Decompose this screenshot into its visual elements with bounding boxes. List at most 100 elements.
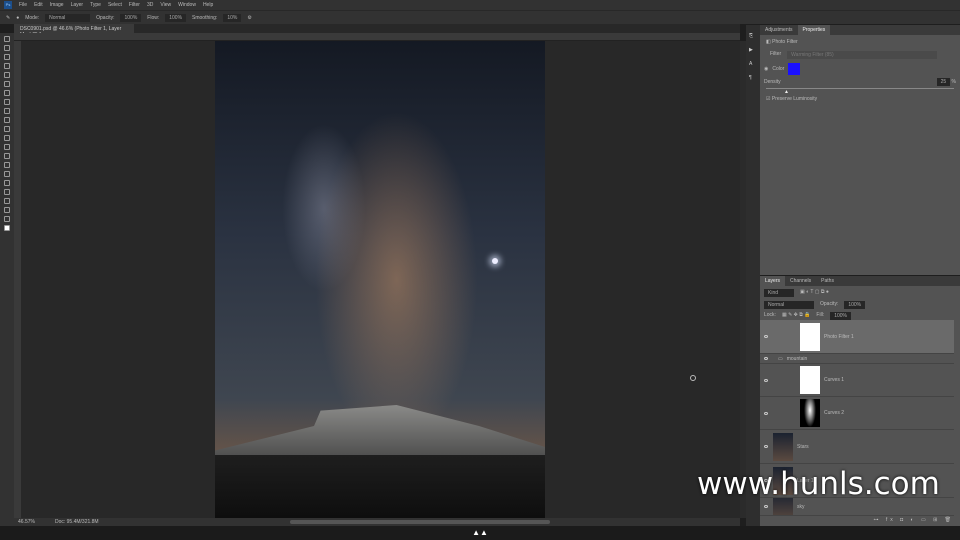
- horizontal-scrollbar[interactable]: [290, 520, 550, 524]
- watermark: www.hunls.com: [697, 466, 940, 502]
- eye-icon[interactable]: [764, 357, 768, 360]
- tab-properties[interactable]: Properties: [797, 25, 831, 35]
- layer-name[interactable]: sky: [797, 504, 805, 510]
- brush-preset-icon[interactable]: ●: [16, 15, 19, 21]
- density-field[interactable]: 25: [936, 78, 951, 86]
- properties-panel: Adjustments Properties ◧ Photo Filter Fi…: [760, 25, 960, 275]
- color-swatch[interactable]: [788, 63, 801, 75]
- eye-icon[interactable]: [764, 335, 768, 338]
- mode-select[interactable]: Normal: [45, 13, 91, 22]
- document-tabs: DSC0901.psd @ 46.6% (Photo Filter 1, Lay…: [14, 24, 740, 38]
- mode-label: Mode:: [25, 14, 40, 21]
- document-tab[interactable]: DSC0901.psd @ 46.6% (Photo Filter 1, Lay…: [14, 24, 134, 38]
- zoom-tool-icon[interactable]: [4, 216, 10, 222]
- type-tool-icon[interactable]: [4, 180, 10, 186]
- properties-title: ◧ Photo Filter: [760, 35, 960, 49]
- layer-name[interactable]: mountain: [787, 356, 808, 362]
- lock-label: Lock:: [764, 312, 776, 318]
- crop-tool-icon[interactable]: [4, 72, 10, 78]
- brush-tool-icon[interactable]: [4, 108, 10, 114]
- history-icon[interactable]: ⎘: [749, 33, 757, 39]
- gradient-tool-icon[interactable]: [4, 144, 10, 150]
- stamp-tool-icon[interactable]: [4, 117, 10, 123]
- color-swatch-icon[interactable]: [4, 225, 10, 231]
- mountain-logo-icon: ▲▲: [472, 528, 488, 537]
- layer-mask-thumb: [800, 322, 820, 351]
- paragraph-icon[interactable]: ¶: [749, 75, 757, 81]
- quick-select-tool-icon[interactable]: [4, 63, 10, 69]
- blur-tool-icon[interactable]: [4, 153, 10, 159]
- menu-filter[interactable]: Filter: [129, 2, 140, 8]
- layer-row[interactable]: Curves 2: [760, 397, 954, 430]
- density-slider-thumb[interactable]: ▲: [784, 89, 789, 95]
- layer-name[interactable]: Curves 2: [824, 410, 844, 416]
- eyedropper-tool-icon[interactable]: [4, 90, 10, 96]
- layer-row[interactable]: Stars: [760, 430, 954, 464]
- layer-name[interactable]: Stars: [797, 444, 809, 450]
- density-slider[interactable]: ▲: [766, 88, 954, 95]
- menu-view[interactable]: View: [160, 2, 171, 8]
- color-radio[interactable]: ◉: [764, 66, 768, 72]
- eye-icon[interactable]: [764, 505, 768, 508]
- layer-opacity-field[interactable]: 100%: [844, 301, 866, 309]
- layer-row[interactable]: ▭ mountain: [760, 354, 954, 364]
- menu-image[interactable]: Image: [50, 2, 64, 8]
- healing-tool-icon[interactable]: [4, 99, 10, 105]
- photoshop-logo-icon: Ps: [4, 1, 12, 9]
- blend-mode-select[interactable]: Normal: [764, 301, 814, 309]
- tab-channels[interactable]: Channels: [785, 276, 816, 286]
- actions-play-icon[interactable]: ▶: [749, 47, 757, 53]
- menu-file[interactable]: File: [19, 2, 27, 8]
- menu-layer[interactable]: Layer: [71, 2, 84, 8]
- pen-tool-icon[interactable]: [4, 171, 10, 177]
- menu-select[interactable]: Select: [108, 2, 122, 8]
- menu-help[interactable]: Help: [203, 2, 213, 8]
- layer-row[interactable]: Curves 1: [760, 364, 954, 397]
- kind-filter[interactable]: Kind: [764, 289, 794, 297]
- smoothing-label: Smoothing:: [192, 14, 218, 21]
- zoom-level[interactable]: 46.57%: [18, 519, 35, 525]
- doc-size: Doc: 95.4M/321.8M: [54, 519, 99, 525]
- eraser-tool-icon[interactable]: [4, 135, 10, 141]
- settings-gear-icon[interactable]: ⚙: [247, 15, 251, 21]
- character-icon[interactable]: A: [749, 61, 757, 67]
- marquee-tool-icon[interactable]: [4, 45, 10, 51]
- path-select-icon[interactable]: [4, 189, 10, 195]
- layer-name[interactable]: Photo Filter 1: [824, 334, 854, 340]
- filter-icons[interactable]: ▣ ◐ T ▢ ⧉ ●: [800, 289, 829, 297]
- opacity-field[interactable]: 100%: [120, 13, 142, 22]
- shape-tool-icon[interactable]: [4, 198, 10, 204]
- menu-type[interactable]: Type: [90, 2, 101, 8]
- menu-window[interactable]: Window: [178, 2, 196, 8]
- layer-name[interactable]: Curves 1: [824, 377, 844, 383]
- fill-label: Fill:: [816, 312, 825, 318]
- layer-row[interactable]: Photo Filter 1: [760, 320, 954, 354]
- layer-actions[interactable]: ⊶ fx ◘ ◐ ▭ ⊞ 🗑: [873, 517, 954, 523]
- tab-adjustments[interactable]: Adjustments: [760, 25, 798, 35]
- eye-icon[interactable]: [764, 378, 768, 382]
- tab-layers[interactable]: Layers: [760, 276, 786, 286]
- brush-icon[interactable]: ✎: [6, 15, 10, 21]
- move-tool-icon[interactable]: [4, 36, 10, 42]
- filter-select[interactable]: Warming Filter (85): [787, 51, 938, 59]
- hand-tool-icon[interactable]: [4, 207, 10, 213]
- menu-3d[interactable]: 3D: [147, 2, 153, 8]
- smoothing-field[interactable]: 10%: [223, 13, 242, 22]
- horizontal-ruler: [14, 33, 740, 41]
- fill-field[interactable]: 100%: [830, 312, 851, 320]
- eye-icon[interactable]: [764, 411, 768, 415]
- layer-mask-thumb: [800, 399, 820, 427]
- flow-field[interactable]: 100%: [165, 13, 187, 22]
- filter-radio-label[interactable]: Filter: [770, 51, 781, 59]
- lock-icons[interactable]: ▦ ✎ ✥ ⧉ 🔒: [782, 312, 810, 320]
- eye-icon[interactable]: [764, 445, 768, 448]
- layer-mask-thumb: [800, 366, 820, 394]
- frame-tool-icon[interactable]: [4, 81, 10, 87]
- preserve-luminosity-checkbox[interactable]: ☑ Preserve Luminosity: [760, 90, 960, 108]
- tab-paths[interactable]: Paths: [816, 276, 839, 286]
- lasso-tool-icon[interactable]: [4, 54, 10, 60]
- panel-icon-column: ⎘ ▶ A ¶: [746, 25, 760, 526]
- history-brush-icon[interactable]: [4, 126, 10, 132]
- dodge-tool-icon[interactable]: [4, 162, 10, 168]
- menu-edit[interactable]: Edit: [34, 2, 43, 8]
